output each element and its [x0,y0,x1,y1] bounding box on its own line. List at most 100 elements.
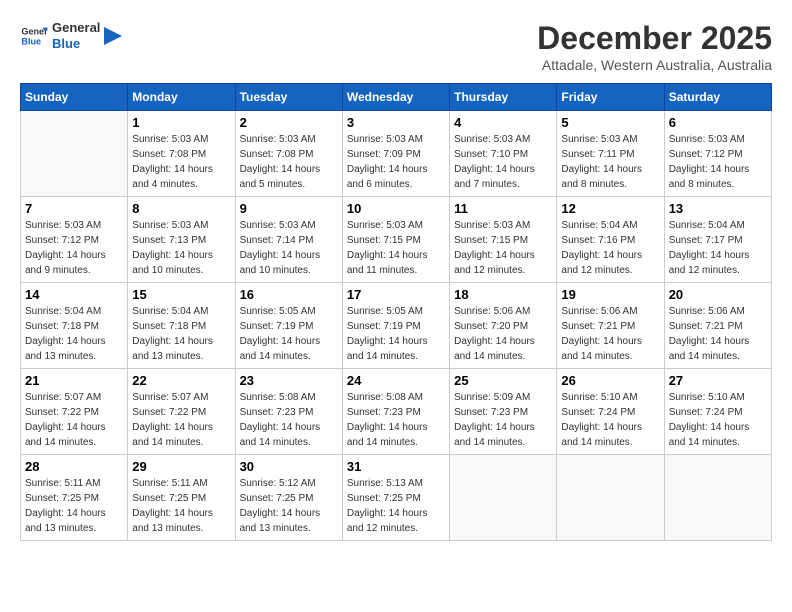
day-number: 4 [454,115,552,130]
day-info: Sunrise: 5:03 AMSunset: 7:12 PMDaylight:… [669,132,767,192]
day-info: Sunrise: 5:04 AMSunset: 7:18 PMDaylight:… [25,304,123,364]
calendar-cell: 7 Sunrise: 5:03 AMSunset: 7:12 PMDaylight… [21,197,128,283]
calendar-cell: 2 Sunrise: 5:03 AMSunset: 7:08 PMDaylight… [235,111,342,197]
calendar-week-row: 28 Sunrise: 5:11 AMSunset: 7:25 PMDayligh… [21,455,772,541]
day-info: Sunrise: 5:07 AMSunset: 7:22 PMDaylight:… [132,390,230,450]
month-title: December 2025 [537,20,772,57]
day-number: 9 [240,201,338,216]
day-info: Sunrise: 5:06 AMSunset: 7:21 PMDaylight:… [669,304,767,364]
calendar-header-row: SundayMondayTuesdayWednesdayThursdayFrid… [21,84,772,111]
calendar-cell: 28 Sunrise: 5:11 AMSunset: 7:25 PMDayligh… [21,455,128,541]
calendar-cell: 11 Sunrise: 5:03 AMSunset: 7:15 PMDayligh… [450,197,557,283]
day-number: 31 [347,459,445,474]
location-subtitle: Attadale, Western Australia, Australia [537,57,772,73]
calendar-cell: 5 Sunrise: 5:03 AMSunset: 7:11 PMDaylight… [557,111,664,197]
day-number: 20 [669,287,767,302]
day-number: 6 [669,115,767,130]
column-header-saturday: Saturday [664,84,771,111]
day-number: 8 [132,201,230,216]
calendar-table: SundayMondayTuesdayWednesdayThursdayFrid… [20,83,772,541]
column-header-tuesday: Tuesday [235,84,342,111]
calendar-cell: 18 Sunrise: 5:06 AMSunset: 7:20 PMDayligh… [450,283,557,369]
day-info: Sunrise: 5:12 AMSunset: 7:25 PMDaylight:… [240,476,338,536]
calendar-cell: 25Sunrise: 5:09 AMSunset: 7:23 PMDayligh… [450,369,557,455]
column-header-monday: Monday [128,84,235,111]
day-number: 3 [347,115,445,130]
day-info: Sunrise: 5:05 AMSunset: 7:19 PMDaylight:… [240,304,338,364]
calendar-cell: 24Sunrise: 5:08 AMSunset: 7:23 PMDayligh… [342,369,449,455]
day-info: Sunrise: 5:03 AMSunset: 7:11 PMDaylight:… [561,132,659,192]
calendar-week-row: 14 Sunrise: 5:04 AMSunset: 7:18 PMDayligh… [21,283,772,369]
day-info: Sunrise: 5:04 AMSunset: 7:18 PMDaylight:… [132,304,230,364]
day-info: Sunrise: 5:03 AMSunset: 7:15 PMDaylight:… [347,218,445,278]
day-number: 7 [25,201,123,216]
day-info: Sunrise: 5:13 AMSunset: 7:25 PMDaylight:… [347,476,445,536]
calendar-cell: 29 Sunrise: 5:11 AMSunset: 7:25 PMDayligh… [128,455,235,541]
day-info: Sunrise: 5:05 AMSunset: 7:19 PMDaylight:… [347,304,445,364]
calendar-cell: 9 Sunrise: 5:03 AMSunset: 7:14 PMDaylight… [235,197,342,283]
day-info: Sunrise: 5:03 AMSunset: 7:14 PMDaylight:… [240,218,338,278]
day-number: 17 [347,287,445,302]
column-header-sunday: Sunday [21,84,128,111]
day-info: Sunrise: 5:03 AMSunset: 7:08 PMDaylight:… [132,132,230,192]
calendar-cell: 15Sunrise: 5:04 AMSunset: 7:18 PMDayligh… [128,283,235,369]
day-info: Sunrise: 5:03 AMSunset: 7:12 PMDaylight:… [25,218,123,278]
svg-text:Blue: Blue [21,36,41,46]
column-header-thursday: Thursday [450,84,557,111]
calendar-cell: 12Sunrise: 5:04 AMSunset: 7:16 PMDayligh… [557,197,664,283]
day-info: Sunrise: 5:06 AMSunset: 7:20 PMDaylight:… [454,304,552,364]
day-number: 25 [454,373,552,388]
day-info: Sunrise: 5:11 AMSunset: 7:25 PMDaylight:… [132,476,230,536]
calendar-cell: 22 Sunrise: 5:07 AMSunset: 7:22 PMDayligh… [128,369,235,455]
calendar-cell: 26 Sunrise: 5:10 AMSunset: 7:24 PMDayligh… [557,369,664,455]
day-number: 14 [25,287,123,302]
calendar-cell [557,455,664,541]
day-number: 26 [561,373,659,388]
calendar-cell: 19Sunrise: 5:06 AMSunset: 7:21 PMDayligh… [557,283,664,369]
day-number: 19 [561,287,659,302]
day-info: Sunrise: 5:11 AMSunset: 7:25 PMDaylight:… [25,476,123,536]
logo-icon: General Blue [20,22,48,50]
day-number: 1 [132,115,230,130]
day-number: 5 [561,115,659,130]
calendar-cell: 16 Sunrise: 5:05 AMSunset: 7:19 PMDayligh… [235,283,342,369]
calendar-week-row: 7 Sunrise: 5:03 AMSunset: 7:12 PMDaylight… [21,197,772,283]
calendar-cell: 13Sunrise: 5:04 AMSunset: 7:17 PMDayligh… [664,197,771,283]
logo-blue: Blue [52,36,100,52]
day-number: 23 [240,373,338,388]
calendar-cell [21,111,128,197]
day-info: Sunrise: 5:03 AMSunset: 7:09 PMDaylight:… [347,132,445,192]
day-info: Sunrise: 5:04 AMSunset: 7:16 PMDaylight:… [561,218,659,278]
day-number: 30 [240,459,338,474]
calendar-cell: 17 Sunrise: 5:05 AMSunset: 7:19 PMDayligh… [342,283,449,369]
day-info: Sunrise: 5:08 AMSunset: 7:23 PMDaylight:… [240,390,338,450]
calendar-cell: 20 Sunrise: 5:06 AMSunset: 7:21 PMDayligh… [664,283,771,369]
day-number: 2 [240,115,338,130]
day-info: Sunrise: 5:10 AMSunset: 7:24 PMDaylight:… [561,390,659,450]
column-header-wednesday: Wednesday [342,84,449,111]
day-info: Sunrise: 5:04 AMSunset: 7:17 PMDaylight:… [669,218,767,278]
day-number: 22 [132,373,230,388]
day-number: 18 [454,287,552,302]
day-number: 29 [132,459,230,474]
page-header: General Blue General Blue December 2025 … [20,20,772,73]
day-number: 11 [454,201,552,216]
day-info: Sunrise: 5:03 AMSunset: 7:08 PMDaylight:… [240,132,338,192]
calendar-cell: 31 Sunrise: 5:13 AMSunset: 7:25 PMDayligh… [342,455,449,541]
calendar-cell: 23 Sunrise: 5:08 AMSunset: 7:23 PMDayligh… [235,369,342,455]
day-number: 16 [240,287,338,302]
day-number: 28 [25,459,123,474]
calendar-cell: 30 Sunrise: 5:12 AMSunset: 7:25 PMDayligh… [235,455,342,541]
day-info: Sunrise: 5:07 AMSunset: 7:22 PMDaylight:… [25,390,123,450]
logo-arrow-icon [104,27,122,45]
title-section: December 2025 Attadale, Western Australi… [537,20,772,73]
day-info: Sunrise: 5:10 AMSunset: 7:24 PMDaylight:… [669,390,767,450]
calendar-week-row: 21Sunrise: 5:07 AMSunset: 7:22 PMDayligh… [21,369,772,455]
day-number: 10 [347,201,445,216]
day-info: Sunrise: 5:03 AMSunset: 7:15 PMDaylight:… [454,218,552,278]
calendar-cell: 6 Sunrise: 5:03 AMSunset: 7:12 PMDaylight… [664,111,771,197]
day-info: Sunrise: 5:03 AMSunset: 7:13 PMDaylight:… [132,218,230,278]
calendar-cell: 10 Sunrise: 5:03 AMSunset: 7:15 PMDayligh… [342,197,449,283]
calendar-cell: 14 Sunrise: 5:04 AMSunset: 7:18 PMDayligh… [21,283,128,369]
day-number: 27 [669,373,767,388]
